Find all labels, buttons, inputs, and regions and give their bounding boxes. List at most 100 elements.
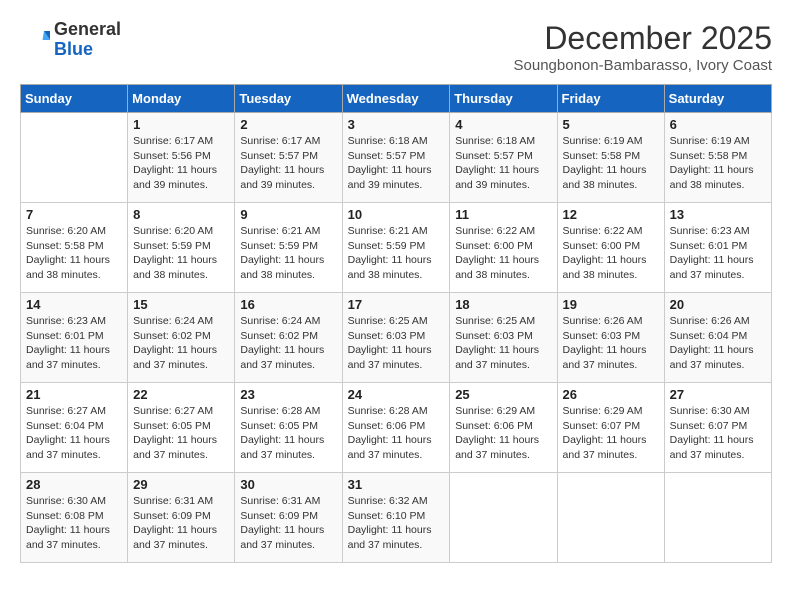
calendar-day-cell: 8Sunrise: 6:20 AM Sunset: 5:59 PM Daylig… bbox=[128, 203, 235, 293]
day-info: Sunrise: 6:21 AM Sunset: 5:59 PM Dayligh… bbox=[240, 224, 336, 283]
page-header: General Blue December 2025 Soungbonon-Ba… bbox=[20, 20, 772, 74]
day-number: 23 bbox=[240, 387, 336, 402]
day-info: Sunrise: 6:25 AM Sunset: 6:03 PM Dayligh… bbox=[348, 314, 445, 373]
day-number: 29 bbox=[133, 477, 229, 492]
day-number: 6 bbox=[670, 117, 766, 132]
day-info: Sunrise: 6:32 AM Sunset: 6:10 PM Dayligh… bbox=[348, 494, 445, 553]
day-info: Sunrise: 6:18 AM Sunset: 5:57 PM Dayligh… bbox=[455, 134, 551, 193]
calendar-week-row: 7Sunrise: 6:20 AM Sunset: 5:58 PM Daylig… bbox=[21, 203, 772, 293]
calendar-day-cell: 24 Sunrise: 6:28 AM Sunset: 6:06 PM Dayli… bbox=[342, 383, 450, 473]
day-info: Sunrise: 6:29 AM Sunset: 6:07 PM Dayligh… bbox=[563, 404, 659, 463]
day-info: Sunrise: 6:17 AM Sunset: 5:56 PM Dayligh… bbox=[133, 134, 229, 193]
day-info: Sunrise: 6:21 AM Sunset: 5:59 PM Dayligh… bbox=[348, 224, 445, 283]
calendar-day-cell: 4 Sunrise: 6:18 AM Sunset: 5:57 PM Daylig… bbox=[450, 113, 557, 203]
calendar-week-row: 14 Sunrise: 6:23 AM Sunset: 6:01 PM Dayli… bbox=[21, 293, 772, 383]
day-number: 15 bbox=[133, 297, 229, 312]
day-info: Sunrise: 6:19 AM Sunset: 5:58 PM Dayligh… bbox=[563, 134, 659, 193]
calendar-day-cell bbox=[450, 473, 557, 563]
calendar-day-cell: 13Sunrise: 6:23 AM Sunset: 6:01 PM Dayli… bbox=[664, 203, 771, 293]
day-number: 4 bbox=[455, 117, 551, 132]
calendar-day-cell: 7Sunrise: 6:20 AM Sunset: 5:58 PM Daylig… bbox=[21, 203, 128, 293]
day-info: Sunrise: 6:31 AM Sunset: 6:09 PM Dayligh… bbox=[133, 494, 229, 553]
calendar-day-cell: 15 Sunrise: 6:24 AM Sunset: 6:02 PM Dayli… bbox=[128, 293, 235, 383]
calendar-day-cell: 3 Sunrise: 6:18 AM Sunset: 5:57 PM Daylig… bbox=[342, 113, 450, 203]
calendar-day-cell: 12 Sunrise: 6:22 AM Sunset: 6:00 PM Dayli… bbox=[557, 203, 664, 293]
day-info: Sunrise: 6:20 AM Sunset: 5:59 PM Dayligh… bbox=[133, 224, 229, 283]
day-info: Sunrise: 6:23 AM Sunset: 6:01 PM Dayligh… bbox=[26, 314, 122, 373]
day-number: 18 bbox=[455, 297, 551, 312]
day-number: 21 bbox=[26, 387, 122, 402]
calendar-table: SundayMondayTuesdayWednesdayThursdayFrid… bbox=[20, 84, 772, 563]
calendar-day-cell: 11Sunrise: 6:22 AM Sunset: 6:00 PM Dayli… bbox=[450, 203, 557, 293]
calendar-day-cell: 5 Sunrise: 6:19 AM Sunset: 5:58 PM Daylig… bbox=[557, 113, 664, 203]
calendar-day-cell: 10Sunrise: 6:21 AM Sunset: 5:59 PM Dayli… bbox=[342, 203, 450, 293]
calendar-day-cell: 31 Sunrise: 6:32 AM Sunset: 6:10 PM Dayli… bbox=[342, 473, 450, 563]
location-subtitle: Soungbonon-Bambarasso, Ivory Coast bbox=[514, 57, 772, 74]
calendar-day-cell bbox=[557, 473, 664, 563]
day-info: Sunrise: 6:31 AM Sunset: 6:09 PM Dayligh… bbox=[240, 494, 336, 553]
logo-icon bbox=[20, 25, 50, 55]
day-number: 11 bbox=[455, 207, 551, 222]
day-info: Sunrise: 6:24 AM Sunset: 6:02 PM Dayligh… bbox=[133, 314, 229, 373]
day-info: Sunrise: 6:27 AM Sunset: 6:05 PM Dayligh… bbox=[133, 404, 229, 463]
calendar-week-row: 1Sunrise: 6:17 AM Sunset: 5:56 PM Daylig… bbox=[21, 113, 772, 203]
logo-general-text: General bbox=[54, 20, 121, 40]
calendar-day-cell: 27 Sunrise: 6:30 AM Sunset: 6:07 PM Dayli… bbox=[664, 383, 771, 473]
day-info: Sunrise: 6:19 AM Sunset: 5:58 PM Dayligh… bbox=[670, 134, 766, 193]
day-number: 31 bbox=[348, 477, 445, 492]
day-info: Sunrise: 6:30 AM Sunset: 6:07 PM Dayligh… bbox=[670, 404, 766, 463]
day-info: Sunrise: 6:28 AM Sunset: 6:05 PM Dayligh… bbox=[240, 404, 336, 463]
day-number: 12 bbox=[563, 207, 659, 222]
weekday-header-cell: Tuesday bbox=[235, 85, 342, 113]
calendar-day-cell: 22 Sunrise: 6:27 AM Sunset: 6:05 PM Dayli… bbox=[128, 383, 235, 473]
calendar-day-cell bbox=[664, 473, 771, 563]
calendar-week-row: 28 Sunrise: 6:30 AM Sunset: 6:08 PM Dayli… bbox=[21, 473, 772, 563]
calendar-day-cell bbox=[21, 113, 128, 203]
calendar-day-cell: 23 Sunrise: 6:28 AM Sunset: 6:05 PM Dayli… bbox=[235, 383, 342, 473]
day-number: 22 bbox=[133, 387, 229, 402]
day-info: Sunrise: 6:17 AM Sunset: 5:57 PM Dayligh… bbox=[240, 134, 336, 193]
calendar-day-cell: 9 Sunrise: 6:21 AM Sunset: 5:59 PM Daylig… bbox=[235, 203, 342, 293]
calendar-day-cell: 28 Sunrise: 6:30 AM Sunset: 6:08 PM Dayli… bbox=[21, 473, 128, 563]
calendar-day-cell: 14 Sunrise: 6:23 AM Sunset: 6:01 PM Dayli… bbox=[21, 293, 128, 383]
calendar-day-cell: 18 Sunrise: 6:25 AM Sunset: 6:03 PM Dayli… bbox=[450, 293, 557, 383]
day-number: 17 bbox=[348, 297, 445, 312]
weekday-header-cell: Sunday bbox=[21, 85, 128, 113]
day-info: Sunrise: 6:22 AM Sunset: 6:00 PM Dayligh… bbox=[563, 224, 659, 283]
weekday-header-cell: Saturday bbox=[664, 85, 771, 113]
day-number: 25 bbox=[455, 387, 551, 402]
day-number: 9 bbox=[240, 207, 336, 222]
day-info: Sunrise: 6:24 AM Sunset: 6:02 PM Dayligh… bbox=[240, 314, 336, 373]
day-info: Sunrise: 6:18 AM Sunset: 5:57 PM Dayligh… bbox=[348, 134, 445, 193]
day-number: 19 bbox=[563, 297, 659, 312]
calendar-week-row: 21 Sunrise: 6:27 AM Sunset: 6:04 PM Dayli… bbox=[21, 383, 772, 473]
day-info: Sunrise: 6:20 AM Sunset: 5:58 PM Dayligh… bbox=[26, 224, 122, 283]
calendar-day-cell: 25Sunrise: 6:29 AM Sunset: 6:06 PM Dayli… bbox=[450, 383, 557, 473]
calendar-day-cell: 20Sunrise: 6:26 AM Sunset: 6:04 PM Dayli… bbox=[664, 293, 771, 383]
day-number: 5 bbox=[563, 117, 659, 132]
day-number: 3 bbox=[348, 117, 445, 132]
logo-blue-text: Blue bbox=[54, 40, 121, 60]
day-info: Sunrise: 6:30 AM Sunset: 6:08 PM Dayligh… bbox=[26, 494, 122, 553]
day-number: 28 bbox=[26, 477, 122, 492]
calendar-day-cell: 1Sunrise: 6:17 AM Sunset: 5:56 PM Daylig… bbox=[128, 113, 235, 203]
calendar-day-cell: 30Sunrise: 6:31 AM Sunset: 6:09 PM Dayli… bbox=[235, 473, 342, 563]
day-number: 20 bbox=[670, 297, 766, 312]
day-info: Sunrise: 6:27 AM Sunset: 6:04 PM Dayligh… bbox=[26, 404, 122, 463]
day-info: Sunrise: 6:28 AM Sunset: 6:06 PM Dayligh… bbox=[348, 404, 445, 463]
day-number: 13 bbox=[670, 207, 766, 222]
weekday-header-cell: Thursday bbox=[450, 85, 557, 113]
calendar-day-cell: 19Sunrise: 6:26 AM Sunset: 6:03 PM Dayli… bbox=[557, 293, 664, 383]
weekday-header-cell: Friday bbox=[557, 85, 664, 113]
day-number: 14 bbox=[26, 297, 122, 312]
day-info: Sunrise: 6:25 AM Sunset: 6:03 PM Dayligh… bbox=[455, 314, 551, 373]
day-number: 27 bbox=[670, 387, 766, 402]
day-number: 24 bbox=[348, 387, 445, 402]
calendar-day-cell: 6 Sunrise: 6:19 AM Sunset: 5:58 PM Daylig… bbox=[664, 113, 771, 203]
day-number: 16 bbox=[240, 297, 336, 312]
calendar-day-cell: 17 Sunrise: 6:25 AM Sunset: 6:03 PM Dayli… bbox=[342, 293, 450, 383]
weekday-header-cell: Monday bbox=[128, 85, 235, 113]
month-year-title: December 2025 bbox=[514, 20, 772, 57]
logo: General Blue bbox=[20, 20, 121, 60]
calendar-day-cell: 29 Sunrise: 6:31 AM Sunset: 6:09 PM Dayli… bbox=[128, 473, 235, 563]
